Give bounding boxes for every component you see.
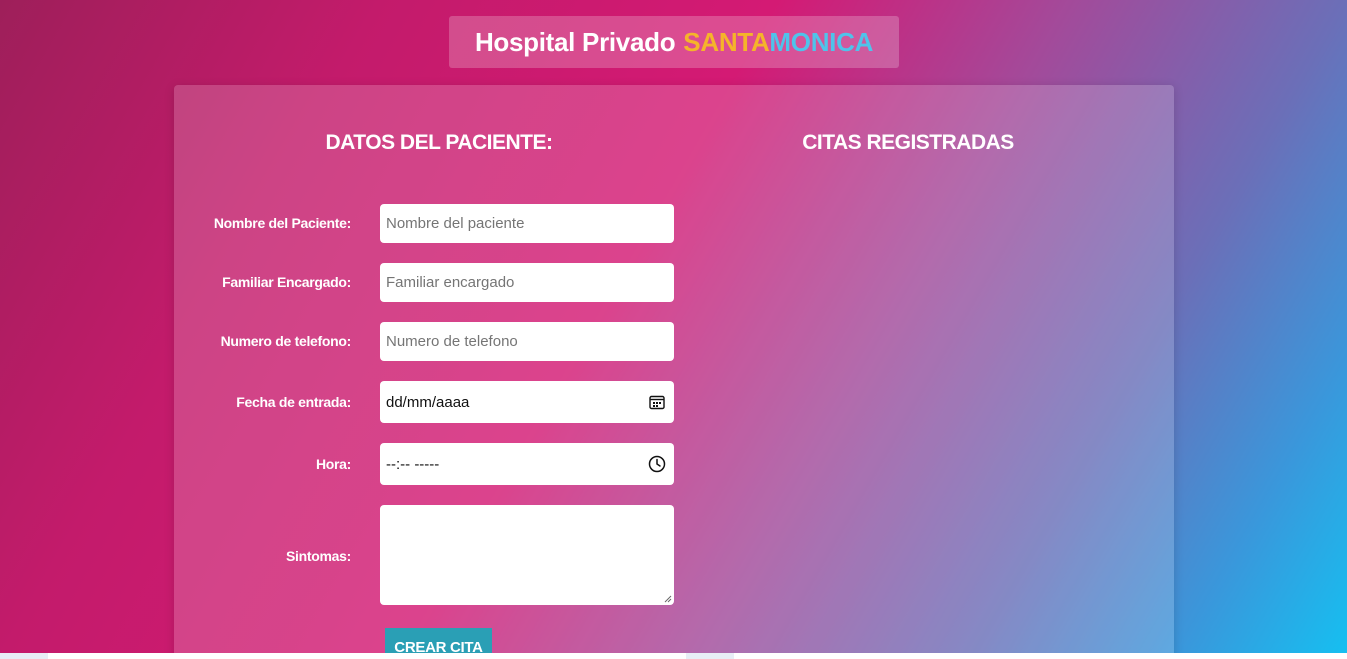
main-card (174, 85, 1174, 659)
entry-date-value: dd/mm/aaaa (386, 393, 470, 411)
title-monica: MONICA (769, 26, 874, 57)
entry-date-input[interactable]: dd/mm/aaaa (380, 381, 674, 423)
patient-name-label: Nombre del Paciente: (213, 215, 351, 231)
phone-placeholder: Numero de telefono (386, 333, 518, 350)
resize-grip-icon[interactable] (664, 595, 672, 603)
family-member-input[interactable]: Familiar encargado (380, 263, 674, 302)
entry-date-label: Fecha de entrada: (236, 394, 351, 410)
patient-data-heading: DATOS DEL PACIENTE: (325, 131, 553, 154)
symptoms-label: Sintomas: (286, 548, 351, 564)
time-value: --:-- ----- (386, 455, 440, 473)
patient-name-input[interactable]: Nombre del paciente (380, 204, 674, 243)
calendar-icon[interactable] (648, 393, 666, 411)
symptoms-textarea[interactable] (380, 505, 674, 605)
family-member-label: Familiar Encargado: (222, 274, 351, 290)
appointments-heading: CITAS REGISTRADAS (802, 131, 1014, 154)
bottom-strip-segment (734, 653, 1347, 659)
phone-label: Numero de telefono: (220, 333, 352, 349)
bottom-strip-segment (48, 653, 686, 659)
clock-icon[interactable] (648, 455, 666, 473)
app-title: Hospital Privado SANTA MONICA (449, 16, 899, 68)
title-santa: SANTA (683, 26, 770, 57)
family-member-placeholder: Familiar encargado (386, 274, 515, 291)
bottom-strip (0, 653, 1347, 659)
time-label: Hora: (315, 456, 351, 472)
phone-input[interactable]: Numero de telefono (380, 322, 674, 361)
title-prefix: Hospital Privado (474, 26, 676, 57)
patient-name-placeholder: Nombre del paciente (386, 215, 525, 232)
time-input[interactable]: --:-- ----- (380, 443, 674, 485)
